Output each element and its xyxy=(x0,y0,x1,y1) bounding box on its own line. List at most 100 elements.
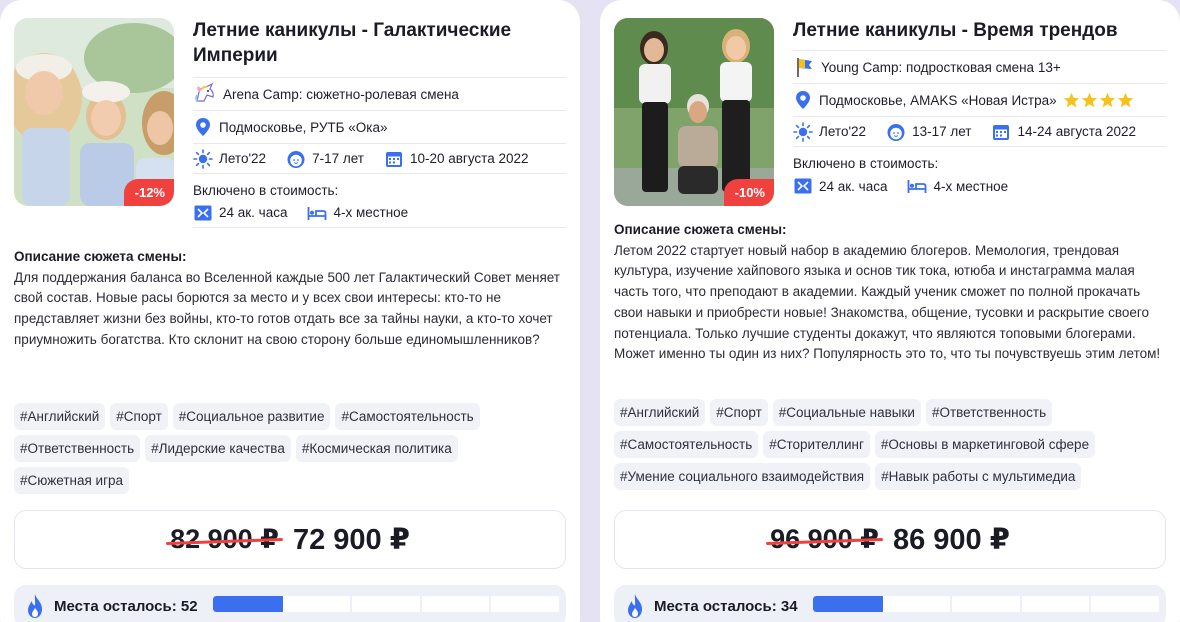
dates-label: 14-24 августа 2022 xyxy=(1017,124,1137,139)
flame-icon xyxy=(624,593,646,619)
camp-type-row: Young Camp: подростковая смена 13+ xyxy=(793,51,1166,84)
discount-badge: -10% xyxy=(723,179,774,206)
places-progress-bar xyxy=(813,596,1161,612)
flame-icon xyxy=(24,593,46,619)
tag: #Самостоятельность xyxy=(614,431,759,458)
places-progress-bar xyxy=(213,596,561,612)
tag: #Социальное развитие xyxy=(172,403,331,430)
camp-type-label: Arena Camp: сюжетно-ролевая смена xyxy=(223,86,459,102)
tag: #Спорт xyxy=(710,399,768,426)
details-row: Лето'22 13-17 лет 14-24 августа 2022 xyxy=(793,117,1166,147)
star-icon xyxy=(1081,92,1097,107)
description-title: Описание сюжета смены: xyxy=(614,222,787,237)
location-row: Подмосковье, РУТБ «Ока» xyxy=(193,111,566,144)
places-left: Места осталось: 34 xyxy=(614,585,1166,622)
camp-type-row: Arena Camp: сюжетно-ролевая смена xyxy=(193,78,566,111)
included-row: 24 ак. часа 4-х местное xyxy=(793,171,1166,201)
season-label: Лето'22 xyxy=(819,124,867,139)
camp-photo[interactable]: -10% xyxy=(614,18,774,206)
age-item: 13-17 лет xyxy=(886,122,971,142)
places-progress-fill xyxy=(813,596,883,612)
hours-label: 24 ак. часа xyxy=(819,178,888,194)
room-label: 4-х местное xyxy=(933,178,1009,194)
new-price: 86 900 ₽ xyxy=(892,524,1010,556)
calendar-icon xyxy=(384,149,404,169)
tag: #Английский xyxy=(614,399,706,426)
dates-label: 10-20 августа 2022 xyxy=(409,151,529,166)
location-label: Подмосковье, AMAKS «Новая Истра» xyxy=(819,92,1057,108)
room-item: 4-х местное xyxy=(907,176,1008,196)
hours-item: 24 ак. часа xyxy=(793,176,887,196)
tag: #Навык работы с мультимедиа xyxy=(875,463,1082,490)
sun-icon xyxy=(793,121,813,142)
map-pin-icon xyxy=(193,117,213,137)
tag: #Основы в маркетинговой сфере xyxy=(874,431,1096,458)
room-label: 4-х местное xyxy=(333,205,409,220)
star-icon xyxy=(1063,92,1079,107)
included-row: 24 ак. часа 4-х местное xyxy=(193,198,566,228)
old-price: 96 900 ₽ xyxy=(770,524,879,554)
season-item: Лето'22 xyxy=(193,148,267,169)
camp-title[interactable]: Летние каникулы - Время трендов xyxy=(793,18,1166,51)
camp-title[interactable]: Летние каникулы - Галактические Империи xyxy=(193,18,566,78)
places-left: Места осталось: 52 xyxy=(14,585,566,622)
flag-icon xyxy=(793,56,815,78)
camp-card[interactable]: -10% Летние каникулы - Время трендов You… xyxy=(600,0,1180,622)
places-progress-fill xyxy=(213,596,283,612)
tag: #Сторителлинг xyxy=(763,431,870,458)
bed-icon xyxy=(307,203,327,223)
season-item: Лето'22 xyxy=(793,121,867,142)
tag: #Ответственность xyxy=(14,435,141,462)
tag: #Социальные навыки xyxy=(772,399,921,426)
calendar-icon xyxy=(991,122,1011,142)
tag: #Самостоятельность xyxy=(335,403,480,430)
bed-icon xyxy=(907,176,927,196)
map-pin-icon xyxy=(793,90,813,110)
tag: #Лидерские качества xyxy=(145,435,291,462)
location-label: Подмосковье, РУТБ «Ока» xyxy=(219,119,388,135)
price-box: 82 900 ₽ 72 900 ₽ xyxy=(14,510,566,569)
hotel-rating xyxy=(1063,92,1135,109)
dates-item: 14-24 августа 2022 xyxy=(991,122,1136,142)
lessons-icon xyxy=(193,203,213,223)
places-label: Места осталось: 52 xyxy=(54,597,198,615)
lessons-icon xyxy=(793,176,813,196)
star-icon xyxy=(1117,92,1133,107)
included-label: Включено в стоимость: xyxy=(793,156,939,171)
hours-label: 24 ак. часа xyxy=(219,205,288,220)
tag: #Сюжетная игра xyxy=(14,467,130,494)
price-box: 96 900 ₽ 86 900 ₽ xyxy=(614,510,1166,569)
camp-photo[interactable]: -12% xyxy=(14,18,174,206)
camp-info: Летние каникулы - Время трендов Young Ca… xyxy=(793,18,1166,201)
description-title: Описание сюжета смены: xyxy=(14,249,187,264)
age-label: 7-17 лет xyxy=(312,151,364,166)
new-price: 72 900 ₽ xyxy=(292,524,410,556)
description: Описание сюжета смены: Для поддержания б… xyxy=(14,247,566,351)
included-label: Включено в стоимость: xyxy=(193,183,339,198)
sun-icon xyxy=(193,148,213,169)
places-label: Места осталось: 34 xyxy=(654,597,798,615)
tag: #Умение социального взаимодействия xyxy=(614,463,871,490)
age-item: 7-17 лет xyxy=(286,149,364,169)
tag: #Ответственность xyxy=(925,399,1053,426)
tag: #Спорт xyxy=(110,403,168,430)
child-face-icon xyxy=(886,122,906,142)
unicorn-icon xyxy=(193,83,217,105)
description-text: Летом 2022 стартует новый набор в академ… xyxy=(614,242,1161,362)
hours-item: 24 ак. часа xyxy=(193,203,287,223)
camp-info: Летние каникулы - Галактические Империи … xyxy=(193,18,566,228)
season-label: Лето'22 xyxy=(219,151,267,166)
room-item: 4-х местное xyxy=(307,203,408,223)
details-row: Лето'22 7-17 лет 10-20 августа 2022 xyxy=(193,144,566,174)
camp-card[interactable]: -12% Летние каникулы - Галактические Имп… xyxy=(0,0,580,622)
camp-type-label: Young Camp: подростковая смена 13+ xyxy=(821,59,1061,75)
location-row: Подмосковье, AMAKS «Новая Истра» xyxy=(793,84,1166,117)
age-label: 13-17 лет xyxy=(912,124,972,139)
tag: #Космическая политика xyxy=(295,435,458,462)
discount-badge: -12% xyxy=(123,179,174,206)
tag-list: #Английский #Спорт #Социальное развитие … xyxy=(14,403,566,499)
old-price: 82 900 ₽ xyxy=(170,524,279,554)
tag-list: #Английский #Спорт #Социальные навыки #О… xyxy=(614,399,1166,495)
star-icon xyxy=(1099,92,1115,107)
tag: #Английский xyxy=(14,403,106,430)
